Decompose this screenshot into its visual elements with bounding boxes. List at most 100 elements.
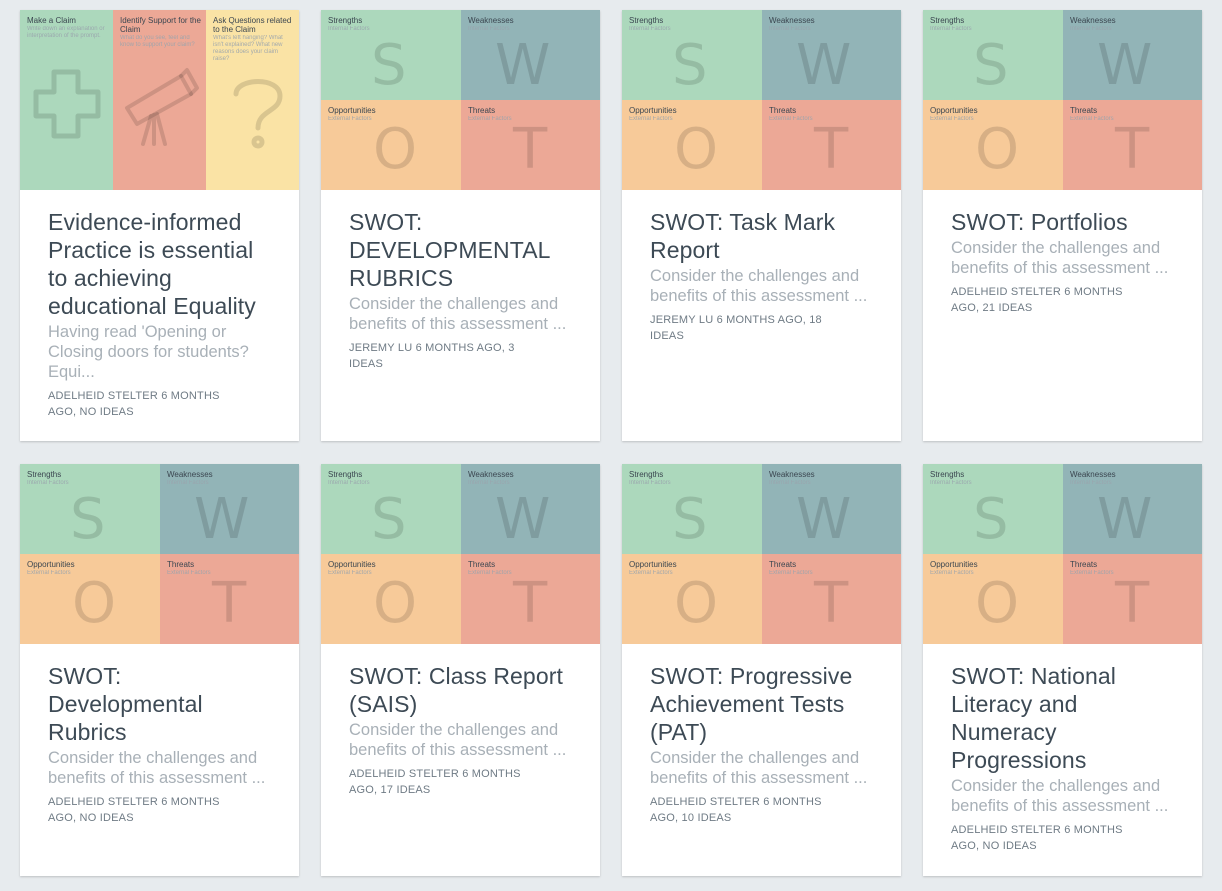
card-title[interactable]: SWOT: Class Report (SAIS) [349, 662, 572, 718]
quadrant-sublabel: Internal Factors [468, 480, 510, 486]
quadrant-letter: O [373, 571, 418, 636]
quadrant-letter: O [373, 117, 418, 182]
board-card[interactable]: Strengths Internal Factors S Weaknesses … [622, 464, 901, 876]
quadrant-sublabel: Internal Factors [27, 480, 69, 486]
quadrant-letter: S [371, 33, 407, 98]
card-description: Consider the challenges and benefits of … [349, 295, 567, 333]
quadrant-label: Threats [468, 106, 496, 115]
quadrant-label: Strengths [328, 16, 363, 25]
board-card[interactable]: Strengths Internal Factors S Weaknesses … [622, 10, 901, 441]
opportunities-quadrant: Opportunities External Factors O [622, 554, 762, 644]
card-title[interactable]: SWOT: National Literacy and Numeracy Pro… [951, 662, 1174, 774]
quadrant-sublabel: External Factors [1070, 116, 1114, 122]
threats-quadrant: Threats External Factors T [461, 100, 600, 190]
opportunities-quadrant: Opportunities External Factors O [321, 100, 461, 190]
weaknesses-quadrant: Weaknesses Internal Factors W [762, 464, 901, 554]
strengths-quadrant: Strengths Internal Factors S [321, 464, 461, 554]
quadrant-label: Opportunities [328, 560, 376, 569]
quadrant-sublabel: External Factors [629, 570, 673, 576]
column-label: Ask Questions related to the Claim [213, 16, 292, 34]
quadrant-sublabel: External Factors [1070, 570, 1114, 576]
opportunities-quadrant: Opportunities External Factors O [622, 100, 762, 190]
opportunities-quadrant: Opportunities External Factors O [923, 554, 1063, 644]
strengths-quadrant: Strengths Internal Factors S [20, 464, 160, 554]
board-card[interactable]: Strengths Internal Factors S Weaknesses … [923, 464, 1202, 876]
board-card[interactable]: Make a Claim Write down an explanation o… [20, 10, 299, 441]
weaknesses-quadrant: Weaknesses Internal Factors W [1063, 10, 1202, 100]
strengths-quadrant: Strengths Internal Factors S [923, 464, 1063, 554]
column-sublabel: What do you see, feel and know to suppor… [120, 35, 195, 48]
quadrant-sublabel: External Factors [328, 570, 372, 576]
quadrant-label: Threats [167, 560, 195, 569]
card-description: Having read 'Opening or Closing doors fo… [48, 323, 249, 381]
card-title[interactable]: SWOT: DEVELOPMENTAL RUBRICS [349, 208, 572, 292]
quadrant-letter: O [975, 571, 1020, 636]
quadrant-label: Strengths [629, 16, 664, 25]
quadrant-sublabel: Internal Factors [930, 26, 972, 32]
support-column: Identify Support for the Claim What do y… [113, 10, 206, 190]
card-description: Consider the challenges and benefits of … [650, 749, 868, 787]
quadrant-sublabel: Internal Factors [328, 26, 370, 32]
card-body: SWOT: Class Report (SAIS) Consider the ch… [321, 644, 600, 814]
card-title[interactable]: SWOT: Progressive Achievement Tests (PAT… [650, 662, 873, 746]
threats-quadrant: Threats External Factors T [160, 554, 299, 644]
quadrant-letter: W [495, 487, 551, 552]
card-body: SWOT: Task Mark Report Consider the chall… [622, 190, 901, 360]
threats-quadrant: Threats External Factors T [762, 554, 901, 644]
quadrant-letter: W [194, 487, 250, 552]
quadrant-sublabel: Internal Factors [1070, 480, 1112, 486]
board-card[interactable]: Strengths Internal Factors S Weaknesses … [923, 10, 1202, 441]
strengths-quadrant: Strengths Internal Factors S [622, 464, 762, 554]
quadrant-label: Weaknesses [167, 470, 213, 479]
quadrant-label: Threats [468, 560, 496, 569]
card-thumbnail: Strengths Internal Factors S Weaknesses … [20, 464, 299, 644]
quadrant-letter: W [495, 33, 551, 98]
quadrant-letter: T [1115, 117, 1150, 182]
strengths-quadrant: Strengths Internal Factors S [321, 10, 461, 100]
board-card[interactable]: Strengths Internal Factors S Weaknesses … [321, 10, 600, 441]
claim-column: Make a Claim Write down an explanation o… [20, 10, 113, 190]
weaknesses-quadrant: Weaknesses Internal Factors W [461, 10, 600, 100]
card-body: SWOT: National Literacy and Numeracy Pro… [923, 644, 1202, 870]
card-meta: JEREMY LU 6 MONTHS AGO, 3 IDEAS [349, 342, 515, 370]
quadrant-label: Opportunities [629, 106, 677, 115]
quadrant-sublabel: Internal Factors [629, 26, 671, 32]
card-description: Consider the challenges and benefits of … [951, 239, 1169, 277]
quadrant-sublabel: External Factors [167, 570, 211, 576]
card-description: Consider the challenges and benefits of … [349, 721, 567, 759]
card-thumbnail: Strengths Internal Factors S Weaknesses … [923, 464, 1202, 644]
board-card[interactable]: Strengths Internal Factors S Weaknesses … [20, 464, 299, 876]
quadrant-label: Weaknesses [468, 470, 514, 479]
quadrant-letter: O [975, 117, 1020, 182]
card-description: Consider the challenges and benefits of … [951, 777, 1169, 815]
quadrant-sublabel: External Factors [769, 570, 813, 576]
quadrant-sublabel: External Factors [769, 116, 813, 122]
card-thumbnail: Strengths Internal Factors S Weaknesses … [321, 464, 600, 644]
quadrant-label: Strengths [629, 470, 664, 479]
quadrant-label: Strengths [328, 470, 363, 479]
quadrant-sublabel: Internal Factors [167, 480, 209, 486]
strengths-quadrant: Strengths Internal Factors S [622, 10, 762, 100]
quadrant-letter: W [796, 487, 852, 552]
cross-icon [33, 69, 101, 139]
quadrant-sublabel: External Factors [27, 570, 71, 576]
card-title[interactable]: SWOT: Portfolios [951, 208, 1174, 236]
card-title[interactable]: Evidence-informed Practice is essential … [48, 208, 271, 320]
card-thumbnail: Strengths Internal Factors S Weaknesses … [321, 10, 600, 190]
board-card[interactable]: Strengths Internal Factors S Weaknesses … [321, 464, 600, 876]
quadrant-letter: S [672, 33, 708, 98]
quadrant-sublabel: External Factors [468, 116, 512, 122]
threats-quadrant: Threats External Factors T [762, 100, 901, 190]
card-title[interactable]: SWOT: Developmental Rubrics [48, 662, 271, 746]
card-thumbnail: Strengths Internal Factors S Weaknesses … [622, 10, 901, 190]
opportunities-quadrant: Opportunities External Factors O [20, 554, 160, 644]
card-body: SWOT: Developmental Rubrics Consider the … [20, 644, 299, 842]
quadrant-label: Weaknesses [769, 470, 815, 479]
quadrant-label: Opportunities [930, 560, 978, 569]
quadrant-letter: S [973, 33, 1009, 98]
quadrant-sublabel: Internal Factors [1070, 26, 1112, 32]
quadrant-label: Threats [769, 106, 797, 115]
column-sublabel: Write down an explanation or interpretat… [27, 26, 105, 39]
opportunities-quadrant: Opportunities External Factors O [923, 100, 1063, 190]
card-title[interactable]: SWOT: Task Mark Report [650, 208, 873, 264]
